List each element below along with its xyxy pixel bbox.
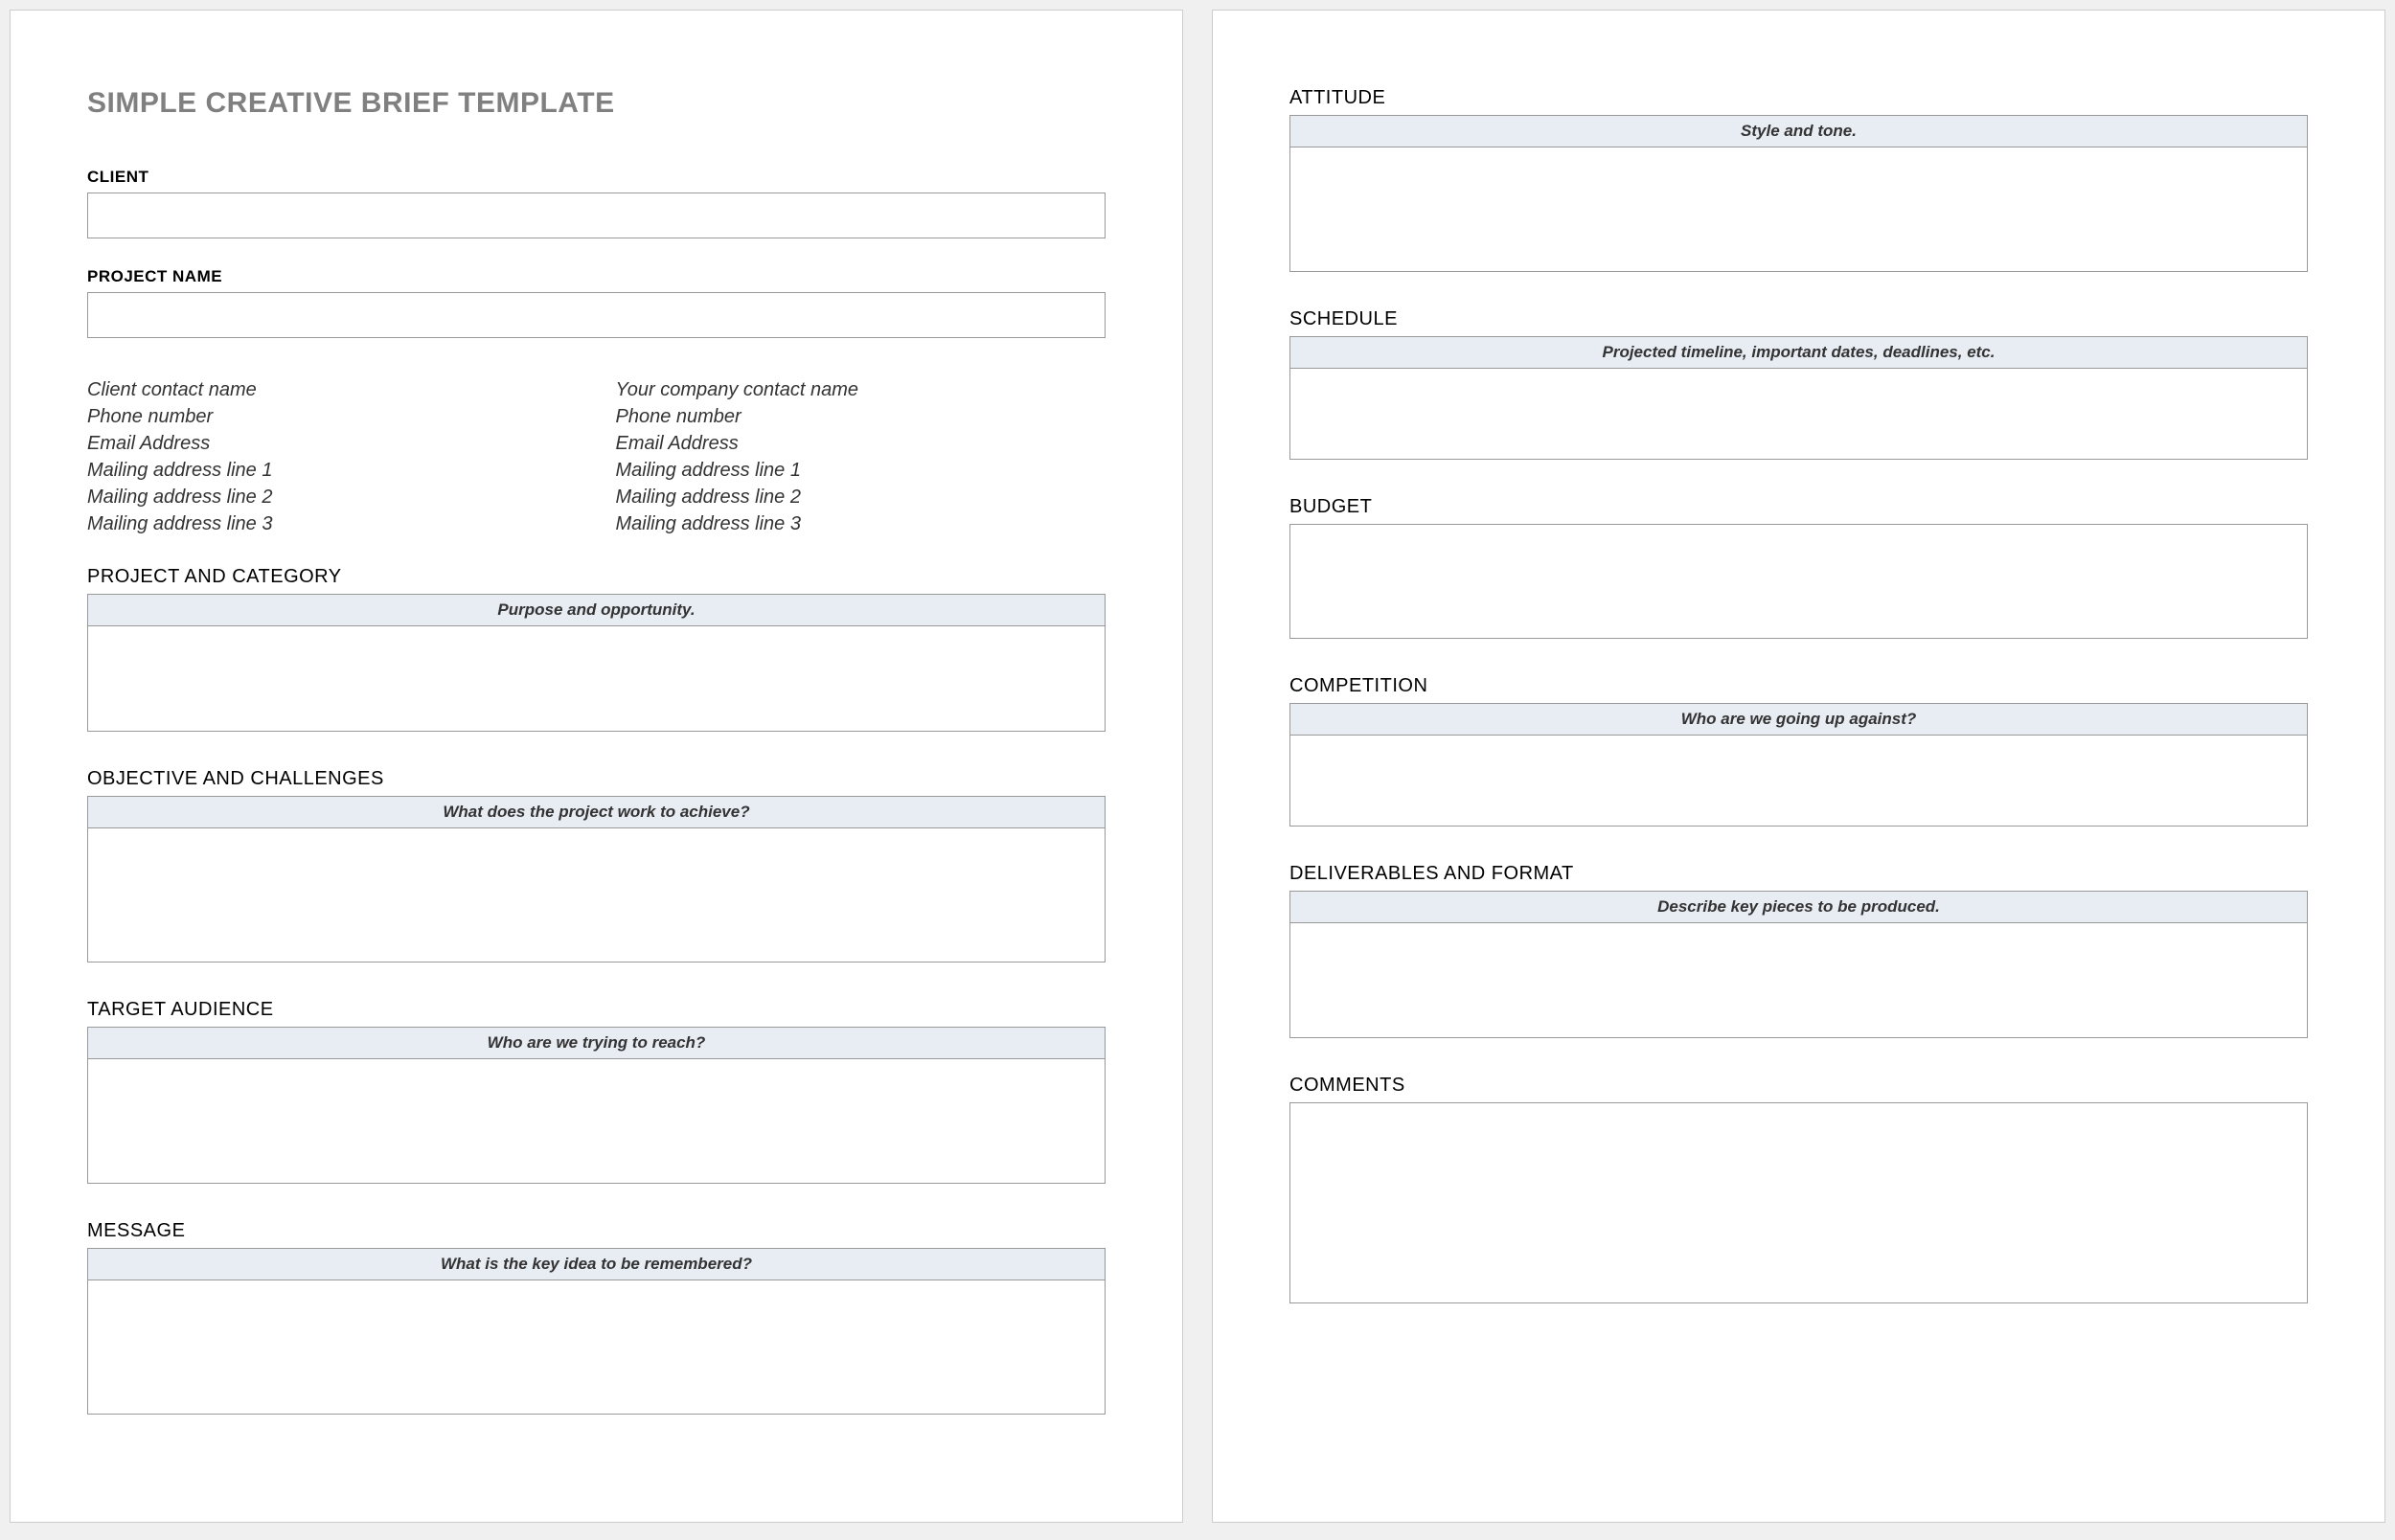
deliverables-hint: Describe key pieces to be produced.	[1289, 891, 2308, 923]
message-hint: What is the key idea to be remembered?	[87, 1248, 1106, 1280]
competition-input[interactable]	[1289, 736, 2308, 827]
deliverables-label: DELIVERABLES AND FORMAT	[1289, 863, 2308, 885]
page-1: SIMPLE CREATIVE BRIEF TEMPLATE CLIENT PR…	[10, 10, 1183, 1523]
project-category-hint: Purpose and opportunity.	[87, 594, 1106, 626]
client-contact-line: Mailing address line 2	[87, 484, 578, 510]
schedule-input[interactable]	[1289, 369, 2308, 460]
project-name-label: PROJECT NAME	[87, 267, 1106, 286]
client-contact-line: Client contact name	[87, 376, 578, 403]
company-contact-line: Email Address	[616, 430, 1106, 457]
comments-input[interactable]	[1289, 1102, 2308, 1303]
company-contact-line: Mailing address line 2	[616, 484, 1106, 510]
client-contact-line: Email Address	[87, 430, 578, 457]
objective-input[interactable]	[87, 828, 1106, 962]
client-contact-line: Mailing address line 1	[87, 457, 578, 484]
message-input[interactable]	[87, 1280, 1106, 1415]
objective-hint: What does the project work to achieve?	[87, 796, 1106, 828]
page-2: ATTITUDE Style and tone. SCHEDULE Projec…	[1212, 10, 2385, 1523]
comments-label: COMMENTS	[1289, 1075, 2308, 1097]
competition-hint: Who are we going up against?	[1289, 703, 2308, 736]
project-category-input[interactable]	[87, 626, 1106, 732]
client-contact-line: Mailing address line 3	[87, 510, 578, 537]
company-contact-col: Your company contact name Phone number E…	[616, 376, 1106, 537]
attitude-label: ATTITUDE	[1289, 87, 2308, 109]
target-audience-label: TARGET AUDIENCE	[87, 999, 1106, 1021]
target-audience-hint: Who are we trying to reach?	[87, 1027, 1106, 1059]
deliverables-input[interactable]	[1289, 923, 2308, 1038]
competition-label: COMPETITION	[1289, 675, 2308, 697]
budget-input[interactable]	[1289, 524, 2308, 639]
client-input[interactable]	[87, 192, 1106, 238]
page-title: SIMPLE CREATIVE BRIEF TEMPLATE	[87, 87, 1106, 120]
attitude-input[interactable]	[1289, 147, 2308, 272]
target-audience-input[interactable]	[87, 1059, 1106, 1184]
client-contact-line: Phone number	[87, 403, 578, 430]
client-contact-col: Client contact name Phone number Email A…	[87, 376, 578, 537]
company-contact-line: Your company contact name	[616, 376, 1106, 403]
schedule-hint: Projected timeline, important dates, dea…	[1289, 336, 2308, 369]
project-category-label: PROJECT AND CATEGORY	[87, 566, 1106, 588]
schedule-label: SCHEDULE	[1289, 308, 2308, 330]
project-name-input[interactable]	[87, 292, 1106, 338]
client-label: CLIENT	[87, 168, 1106, 187]
contacts-block: Client contact name Phone number Email A…	[87, 376, 1106, 537]
objective-label: OBJECTIVE AND CHALLENGES	[87, 768, 1106, 790]
company-contact-line: Phone number	[616, 403, 1106, 430]
attitude-hint: Style and tone.	[1289, 115, 2308, 147]
message-label: MESSAGE	[87, 1220, 1106, 1242]
company-contact-line: Mailing address line 1	[616, 457, 1106, 484]
budget-label: BUDGET	[1289, 496, 2308, 518]
company-contact-line: Mailing address line 3	[616, 510, 1106, 537]
